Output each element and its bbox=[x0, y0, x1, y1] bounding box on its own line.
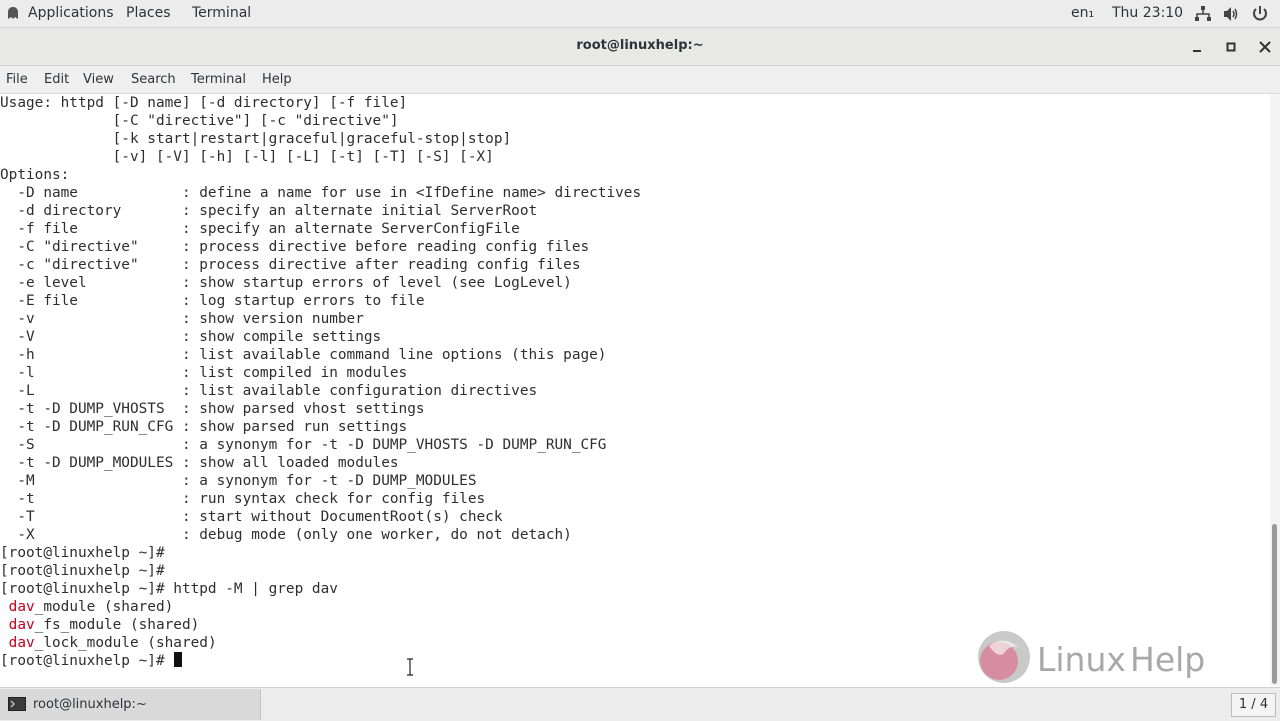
terminal-line: [-v] [-V] [-h] [-l] [-L] [-t] [-T] [-S] … bbox=[0, 149, 494, 165]
grep-result-line: dav_lock_module (shared) bbox=[0, 634, 641, 652]
terminal-line: -X : debug mode (only one worker, do not… bbox=[0, 527, 572, 543]
terminal-line: [-C "directive"] [-c "directive"] bbox=[0, 113, 399, 129]
terminal-line: Usage: httpd [-D name] [-d directory] [-… bbox=[0, 95, 408, 111]
volume-icon[interactable] bbox=[1222, 5, 1240, 23]
taskbar-window-button[interactable]: root@linuxhelp:~ bbox=[0, 689, 261, 720]
menu-file[interactable]: File bbox=[6, 72, 28, 87]
terminal-line: -e level : show startup errors of level … bbox=[0, 275, 572, 291]
menu-edit[interactable]: Edit bbox=[44, 72, 69, 87]
window-title: root@linuxhelp:~ bbox=[576, 38, 704, 53]
terminal-line: -t -D DUMP_VHOSTS : show parsed vhost se… bbox=[0, 401, 425, 417]
power-icon[interactable] bbox=[1251, 5, 1269, 23]
terminal-line: -v : show version number bbox=[0, 311, 364, 327]
clock[interactable]: Thu 23:10 bbox=[1112, 5, 1183, 21]
apps-icon[interactable] bbox=[6, 6, 20, 20]
terminal-line: -h : list available command line options… bbox=[0, 347, 607, 363]
menu-view[interactable]: View bbox=[83, 72, 114, 87]
terminal-text: Usage: httpd [-D name] [-d directory] [-… bbox=[0, 94, 641, 670]
grep-result-rest: _lock_module (shared) bbox=[34, 635, 217, 651]
terminal-scrollbar[interactable] bbox=[1270, 94, 1280, 686]
terminal-line: -f file : specify an alternate ServerCon… bbox=[0, 221, 520, 237]
terminal-line: -t -D DUMP_RUN_CFG : show parsed run set… bbox=[0, 419, 408, 435]
terminal-line: -C "directive" : process directive befor… bbox=[0, 239, 590, 255]
text-cursor-icon bbox=[407, 658, 413, 676]
terminal-line: [root@linuxhelp ~]# bbox=[0, 545, 165, 561]
terminal-icon bbox=[8, 697, 26, 711]
terminal-line: [root@linuxhelp ~]# bbox=[0, 563, 165, 579]
terminal-line: -t : run syntax check for config files bbox=[0, 491, 486, 507]
window-titlebar[interactable]: root@linuxhelp:~ bbox=[0, 28, 1280, 66]
terminal-line: -S : a synonym for -t -D DUMP_VHOSTS -D … bbox=[0, 437, 607, 453]
minimize-icon[interactable] bbox=[1187, 37, 1207, 57]
grep-result-line: dav_module (shared) bbox=[0, 598, 641, 616]
terminal-prompt-line[interactable]: [root@linuxhelp ~]# bbox=[0, 652, 641, 670]
workspace-switcher[interactable]: 1 / 4 bbox=[1231, 693, 1276, 717]
terminal-line: -d directory : specify an alternate init… bbox=[0, 203, 538, 219]
close-icon[interactable] bbox=[1255, 37, 1275, 57]
grep-result-rest: _fs_module (shared) bbox=[34, 617, 200, 633]
grep-result-line: dav_fs_module (shared) bbox=[0, 616, 641, 634]
terminal-line: -t -D DUMP_MODULES : show all loaded mod… bbox=[0, 455, 399, 471]
bottom-panel: root@linuxhelp:~ 1 / 4 bbox=[0, 687, 1280, 721]
places-menu[interactable]: Places bbox=[126, 5, 171, 21]
svg-text:Help: Help bbox=[1130, 640, 1205, 679]
grep-result-rest: _module (shared) bbox=[34, 599, 174, 615]
terminal-output[interactable]: Usage: httpd [-D name] [-d directory] [-… bbox=[0, 94, 1270, 686]
menu-search[interactable]: Search bbox=[131, 72, 176, 87]
terminal-line: -D name : define a name for use in <IfDe… bbox=[0, 185, 642, 201]
linuxhelp-logo-watermark: Linux Help bbox=[978, 631, 1205, 683]
terminal-line: -M : a synonym for -t -D DUMP_MODULES bbox=[0, 473, 477, 489]
svg-text:Linux: Linux bbox=[1037, 640, 1126, 679]
terminal-line: [root@linuxhelp ~]# httpd -M | grep dav bbox=[0, 581, 338, 597]
terminal-line: Options: bbox=[0, 167, 70, 183]
applications-menu[interactable]: Applications bbox=[28, 5, 114, 21]
grep-match-highlight: dav bbox=[8, 635, 35, 651]
shell-prompt: [root@linuxhelp ~]# bbox=[0, 653, 174, 669]
grep-match-highlight: dav bbox=[8, 599, 35, 615]
terminal-line: -L : list available configuration direct… bbox=[0, 383, 538, 399]
top-panel: Applications Places Terminal en₁ Thu 23:… bbox=[0, 0, 1280, 28]
terminal-line: -V : show compile settings bbox=[0, 329, 382, 345]
terminal-line: [-k start|restart|graceful|graceful-stop… bbox=[0, 131, 512, 147]
terminal-app-menu[interactable]: Terminal bbox=[192, 5, 251, 21]
grep-match-highlight: dav bbox=[8, 617, 35, 633]
scrollbar-thumb[interactable] bbox=[1272, 524, 1277, 684]
menu-terminal[interactable]: Terminal bbox=[191, 72, 246, 87]
terminal-cursor bbox=[174, 652, 183, 667]
taskbar-window-label: root@linuxhelp:~ bbox=[33, 697, 147, 712]
terminal-line: -E file : log startup errors to file bbox=[0, 293, 425, 309]
menu-help[interactable]: Help bbox=[262, 72, 292, 87]
terminal-menubar: File Edit View Search Terminal Help bbox=[0, 66, 1280, 94]
terminal-line: -l : list compiled in modules bbox=[0, 365, 408, 381]
terminal-line: -T : start without DocumentRoot(s) check bbox=[0, 509, 503, 525]
input-language-indicator[interactable]: en₁ bbox=[1071, 5, 1094, 21]
network-icon[interactable] bbox=[1194, 5, 1212, 23]
maximize-icon[interactable] bbox=[1221, 37, 1241, 57]
terminal-line: -c "directive" : process directive after… bbox=[0, 257, 581, 273]
